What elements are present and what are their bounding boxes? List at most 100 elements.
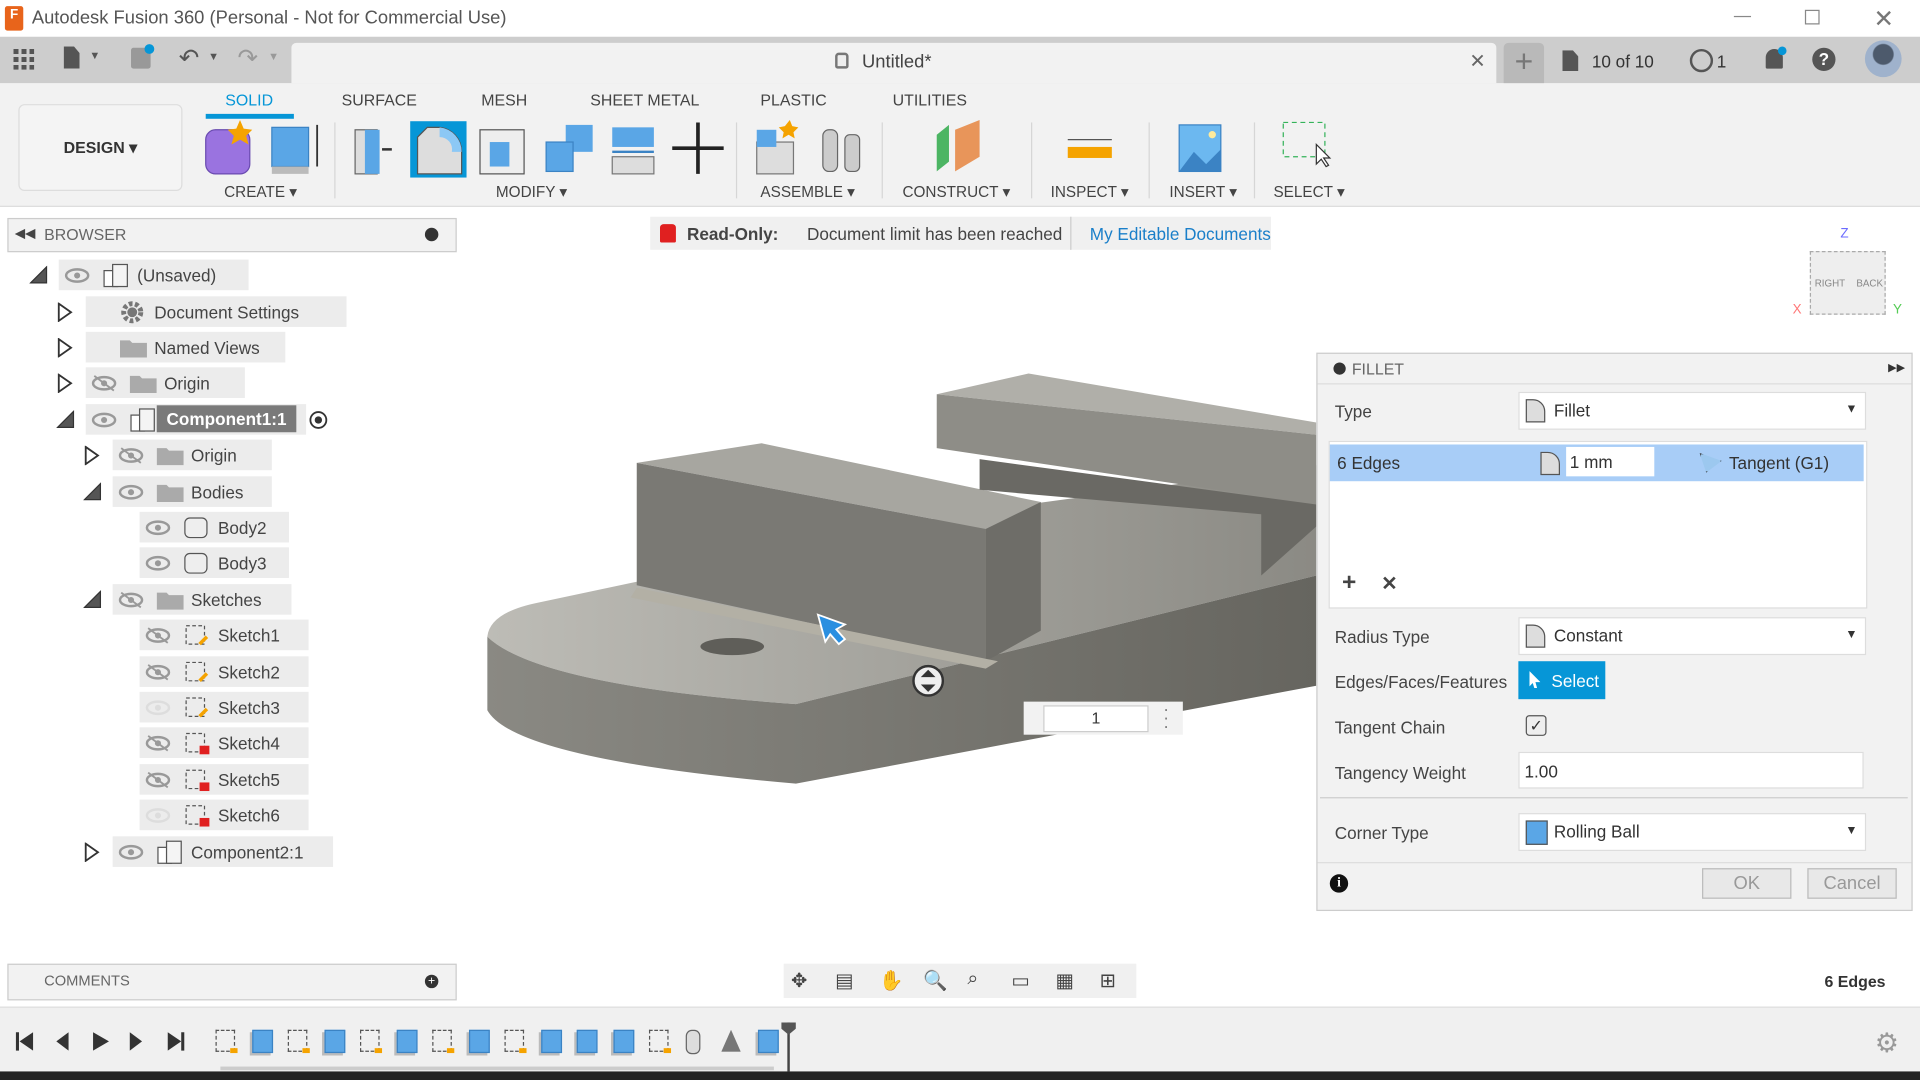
eye-hidden-icon[interactable] bbox=[144, 771, 171, 789]
eye-hidden-icon[interactable] bbox=[144, 664, 171, 681]
ok-button[interactable]: OK bbox=[1702, 868, 1792, 899]
expand-arrow-icon[interactable] bbox=[83, 842, 100, 863]
tangency-weight-input[interactable]: 1.00 bbox=[1518, 751, 1864, 789]
timeline-settings-gear-icon[interactable]: ⚙ bbox=[1875, 1027, 1899, 1059]
step-forward-icon[interactable] bbox=[129, 1032, 143, 1051]
timeline-extrude-icon[interactable] bbox=[612, 1029, 634, 1054]
user-avatar[interactable] bbox=[1864, 40, 1902, 78]
fillet-minimize-icon[interactable] bbox=[1333, 362, 1346, 375]
tab-sheet-metal[interactable]: SHEET METAL bbox=[590, 91, 699, 109]
expand-dialog-icon[interactable]: ▶▶ bbox=[1888, 361, 1905, 374]
expand-arrow-icon[interactable] bbox=[56, 337, 73, 358]
close-tab-icon[interactable]: ✕ bbox=[1469, 49, 1485, 73]
zoom-window-icon[interactable]: ⌕ bbox=[967, 969, 978, 991]
viewports-icon[interactable]: ⊞ bbox=[1100, 969, 1116, 993]
continuity-dropdown[interactable]: Tangent (G1) bbox=[1729, 453, 1829, 473]
shell-icon[interactable] bbox=[479, 129, 525, 175]
restore-button[interactable] bbox=[1804, 9, 1820, 25]
look-at-icon[interactable]: ▤ bbox=[835, 969, 854, 993]
expand-arrow-icon[interactable] bbox=[83, 445, 100, 466]
expand-arrow-icon[interactable] bbox=[56, 302, 73, 323]
timeline-extrude-icon[interactable] bbox=[468, 1029, 490, 1054]
radius-popup-input[interactable]: 1 bbox=[1043, 705, 1149, 733]
radius-input[interactable]: 1 mm bbox=[1566, 446, 1655, 477]
timeline-mirror-icon[interactable] bbox=[721, 1029, 741, 1052]
notification-bell-icon[interactable] bbox=[1765, 46, 1787, 69]
timeline-fillet-icon[interactable] bbox=[757, 1029, 779, 1054]
timeline-extrude-icon[interactable] bbox=[251, 1029, 273, 1054]
close-window-button[interactable]: ✕ bbox=[1873, 4, 1894, 35]
joint-icon[interactable] bbox=[822, 129, 861, 173]
window-select-icon[interactable] bbox=[1282, 121, 1332, 168]
my-editable-documents-link[interactable]: My Editable Documents bbox=[1090, 224, 1271, 244]
eye-hidden-icon[interactable] bbox=[118, 591, 145, 609]
remove-edge-set-icon[interactable]: ✕ bbox=[1381, 572, 1397, 596]
eye-icon[interactable] bbox=[91, 411, 118, 428]
timeline-extrude-icon[interactable] bbox=[396, 1029, 417, 1054]
edge-set-row[interactable]: 6 Edges 1 mm Tangent (G1) bbox=[1329, 444, 1864, 482]
offset-face-icon[interactable] bbox=[611, 127, 655, 175]
measure-icon[interactable] bbox=[1067, 138, 1112, 158]
display-settings-icon[interactable]: ▭ bbox=[1011, 969, 1030, 993]
timeline-sketch-icon[interactable] bbox=[360, 1029, 383, 1054]
minimize-button[interactable] bbox=[1733, 15, 1752, 18]
activate-component-radio[interactable] bbox=[309, 410, 329, 430]
help-icon[interactable]: ? bbox=[1812, 47, 1836, 72]
tangent-chain-checkbox[interactable]: ✓ bbox=[1525, 715, 1547, 736]
fillet-drag-handle[interactable] bbox=[912, 664, 945, 697]
info-icon[interactable]: i bbox=[1329, 874, 1349, 893]
radius-type-dropdown[interactable]: Constant ▼ bbox=[1518, 617, 1867, 656]
model-hole[interactable] bbox=[700, 637, 765, 656]
timeline-sketch-icon[interactable] bbox=[648, 1029, 672, 1054]
group-construct[interactable]: CONSTRUCT ▾ bbox=[902, 182, 1010, 201]
eye-icon[interactable] bbox=[118, 484, 145, 501]
eye-icon[interactable] bbox=[144, 519, 171, 536]
pan-icon[interactable]: ✋ bbox=[879, 969, 903, 993]
cube-face-right[interactable]: RIGHT bbox=[1815, 278, 1845, 289]
move-copy-icon[interactable] bbox=[672, 122, 724, 174]
collapse-arrow-icon[interactable] bbox=[56, 410, 76, 430]
play-icon[interactable] bbox=[93, 1032, 109, 1051]
timeline-sketch-icon[interactable] bbox=[287, 1029, 310, 1054]
eye-hidden-icon[interactable] bbox=[144, 627, 171, 644]
new-component-assemble-icon[interactable] bbox=[756, 120, 799, 175]
zoom-icon[interactable]: 🔍 bbox=[923, 969, 947, 993]
type-dropdown[interactable]: Fillet ▼ bbox=[1518, 391, 1867, 430]
timeline-joint-icon[interactable] bbox=[685, 1029, 700, 1055]
cube-face-back[interactable]: BACK bbox=[1856, 278, 1883, 289]
eye-hidden-icon[interactable] bbox=[91, 375, 118, 392]
expand-arrow-icon[interactable] bbox=[56, 373, 73, 394]
fillet-header[interactable]: FILLET ▶▶ bbox=[1317, 354, 1912, 385]
tab-utilities[interactable]: UTILITIES bbox=[893, 91, 967, 109]
collapse-arrow-icon[interactable] bbox=[83, 482, 103, 502]
group-insert[interactable]: INSERT ▾ bbox=[1169, 182, 1237, 201]
tab-plastic[interactable]: PLASTIC bbox=[760, 91, 826, 109]
clock-icon[interactable] bbox=[1689, 48, 1714, 73]
group-inspect[interactable]: INSPECT ▾ bbox=[1051, 182, 1129, 201]
add-edge-set-icon[interactable]: + bbox=[1342, 569, 1356, 597]
offset-plane-icon[interactable] bbox=[936, 120, 980, 172]
tab-mesh[interactable]: MESH bbox=[481, 91, 527, 109]
group-modify[interactable]: MODIFY ▾ bbox=[496, 182, 567, 201]
collapse-arrow-icon[interactable] bbox=[29, 265, 49, 286]
combine-icon[interactable] bbox=[545, 124, 593, 173]
select-button[interactable]: Select bbox=[1518, 661, 1606, 700]
orbit-icon[interactable]: ✥ bbox=[791, 969, 807, 993]
more-options-icon[interactable]: · · · bbox=[1163, 700, 1169, 734]
eye-icon[interactable] bbox=[118, 844, 145, 861]
timeline-sketch-icon[interactable] bbox=[504, 1029, 527, 1054]
timeline-sketch-icon[interactable] bbox=[432, 1029, 455, 1054]
timeline-extrude-icon[interactable] bbox=[540, 1029, 562, 1054]
timeline-extrude-icon[interactable] bbox=[323, 1029, 345, 1054]
new-tab-button[interactable]: + bbox=[1503, 42, 1545, 84]
cancel-button[interactable]: Cancel bbox=[1807, 868, 1897, 899]
timeline-extrude-icon[interactable] bbox=[576, 1029, 598, 1054]
corner-type-dropdown[interactable]: Rolling Ball ▼ bbox=[1518, 813, 1867, 852]
document-tab[interactable]: Untitled* ✕ bbox=[291, 42, 1497, 84]
eye-icon[interactable] bbox=[144, 555, 171, 572]
insert-canvas-icon[interactable] bbox=[1178, 124, 1222, 173]
eye-hidden-icon[interactable] bbox=[144, 807, 171, 824]
group-assemble[interactable]: ASSEMBLE ▾ bbox=[760, 182, 854, 201]
eye-hidden-icon[interactable] bbox=[118, 447, 145, 464]
timeline-marker[interactable] bbox=[781, 1022, 796, 1072]
